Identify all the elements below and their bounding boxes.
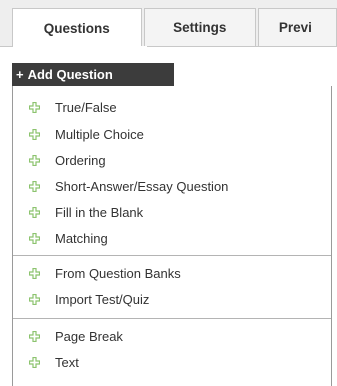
menu-item-label: Matching	[55, 230, 108, 246]
menu-item-short-answer-essay[interactable]: Short-Answer/Essay Question	[13, 174, 331, 198]
menu-item-from-question-banks[interactable]: From Question Banks	[13, 261, 331, 285]
add-question-button[interactable]: + Add Question	[12, 63, 174, 86]
menu-item-label: Import Test/Quiz	[55, 291, 150, 307]
menu-item-label: True/False	[55, 99, 117, 115]
green-plus-icon	[29, 293, 40, 305]
add-question-dropdown: True/False Multiple Choice Ordering Shor…	[12, 86, 332, 386]
tab-bar: Questions Settings Previ	[12, 8, 337, 47]
menu-separator	[13, 255, 331, 256]
menu-item-label: Multiple Choice	[55, 126, 144, 142]
menu-item-matching[interactable]: Matching	[13, 226, 331, 250]
menu-item-page-break[interactable]: Page Break	[13, 324, 331, 348]
green-plus-icon	[29, 356, 40, 368]
menu-item-multiple-choice[interactable]: Multiple Choice	[13, 122, 331, 146]
plus-icon: +	[16, 67, 24, 82]
add-question-label: Add Question	[27, 67, 113, 82]
green-plus-icon	[29, 330, 40, 342]
menu-item-label: From Question Banks	[55, 265, 181, 281]
menu-item-text[interactable]: Text	[13, 350, 331, 374]
active-tab-gap	[13, 46, 147, 47]
green-plus-icon	[29, 267, 40, 279]
menu-item-true-false[interactable]: True/False	[13, 95, 331, 119]
green-plus-icon	[29, 180, 40, 192]
green-plus-icon	[29, 128, 40, 140]
green-plus-icon	[29, 101, 40, 113]
menu-item-label: Text	[55, 354, 79, 370]
green-plus-icon	[29, 232, 40, 244]
tab-settings[interactable]: Settings	[143, 8, 256, 46]
menu-item-label: Fill in the Blank	[55, 204, 144, 220]
menu-item-import-test-quiz[interactable]: Import Test/Quiz	[13, 287, 331, 311]
green-plus-icon	[29, 154, 40, 166]
menu-item-label: Page Break	[55, 328, 123, 344]
menu-item-fill-in-the-blank[interactable]: Fill in the Blank	[13, 200, 331, 224]
menu-item-label: Short-Answer/Essay Question	[55, 178, 229, 194]
menu-separator	[13, 318, 331, 319]
tab-preview[interactable]: Previ	[257, 8, 337, 46]
green-plus-icon	[29, 206, 40, 218]
tab-questions[interactable]: Questions	[12, 8, 142, 47]
menu-item-label: Ordering	[55, 152, 106, 168]
menu-item-ordering[interactable]: Ordering	[13, 148, 331, 172]
